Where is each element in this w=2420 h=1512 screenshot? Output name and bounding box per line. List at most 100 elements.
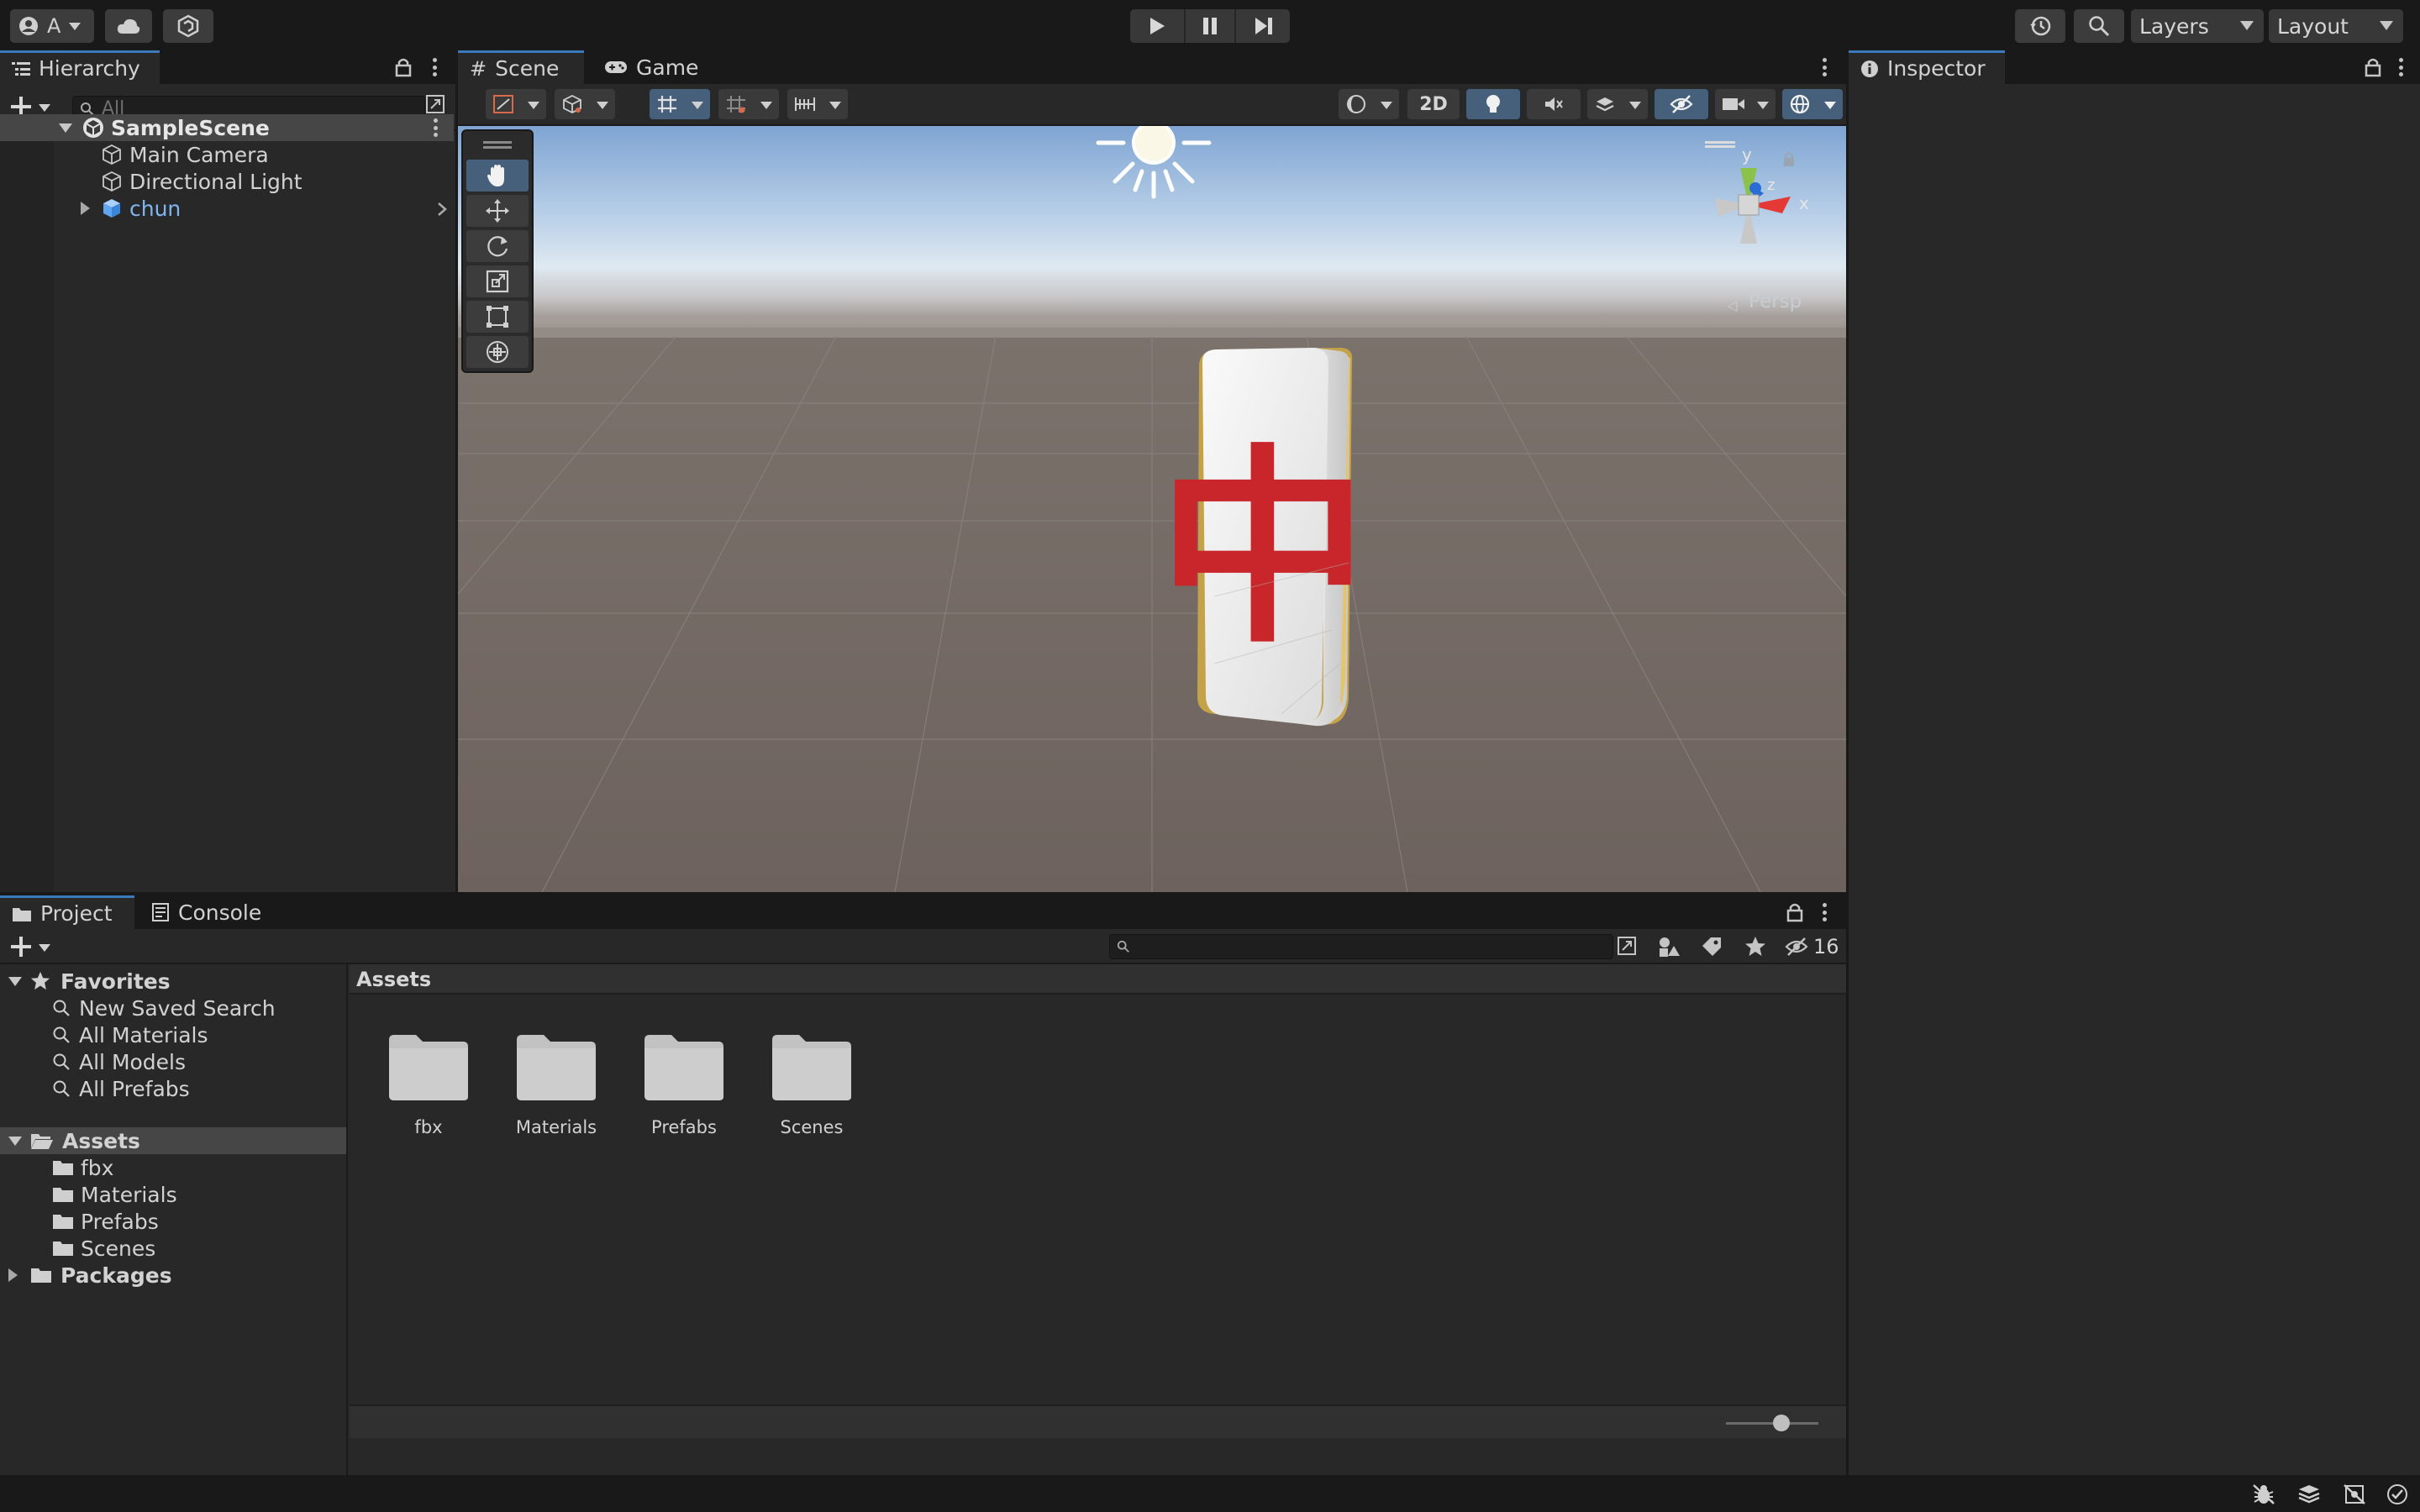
orientation-gizmo[interactable]: y z x Persp ◁ [1673,129,1841,323]
lighting-toggle[interactable] [1466,89,1520,119]
grid-folder-scenes[interactable]: Scenes [753,1033,871,1137]
transform-tool-button[interactable] [466,336,529,368]
layout-dropdown[interactable]: Layout [2269,9,2403,43]
bug-icon[interactable] [2252,1483,2275,1505]
tab-scene[interactable]: # Scene [458,50,584,84]
drag-handle[interactable] [483,141,512,144]
lock-icon[interactable] [2365,57,2381,77]
chevron-down-icon[interactable] [39,104,50,112]
chevron-right-icon[interactable] [81,202,90,215]
chevron-down-icon[interactable] [8,1136,22,1146]
increment-snap-icon [725,94,747,114]
grid-folder-fbx[interactable]: fbx [370,1033,487,1137]
ruler-dropdown[interactable] [787,89,848,119]
undo-history-button[interactable] [2015,9,2065,43]
tab-inspector[interactable]: Inspector [1849,50,2005,84]
assets-root-row[interactable]: Assets [0,1127,346,1154]
chevron-right-icon[interactable] [437,202,447,217]
zoom-slider-thumb[interactable] [1773,1415,1790,1431]
search-by-type-icon[interactable] [1657,936,1681,958]
hierarchy-item-directional-light[interactable]: Directional Light [0,168,454,195]
chevron-down-icon[interactable] [8,976,22,986]
step-button[interactable] [1237,9,1290,43]
chevron-down-icon[interactable] [39,944,50,952]
star-icon[interactable] [1744,936,1766,958]
packages-root-row[interactable]: Packages [0,1262,346,1289]
plus-icon[interactable] [10,936,32,958]
pause-button[interactable] [1184,9,1236,43]
favorites-header[interactable]: Favorites [0,968,346,995]
search-icon [52,999,71,1017]
search-button[interactable] [2074,9,2124,43]
account-dropdown[interactable]: A [10,9,94,43]
grid-snap-toggle[interactable] [650,89,710,119]
project-search-input[interactable] [1109,934,1613,959]
scene-visibility-toggle[interactable] [1655,89,1708,119]
collab-button[interactable] [163,9,213,43]
tree-folder-scenes[interactable]: Scenes [52,1235,155,1262]
move-tool-button[interactable] [466,195,529,227]
tree-folder-fbx[interactable]: fbx [52,1154,113,1181]
play-button[interactable] [1130,9,1183,43]
tab-game[interactable]: Game [592,50,710,84]
layers-dropdown[interactable]: Layers [2131,9,2264,43]
gizmos-dropdown[interactable] [1782,89,1843,119]
draw-mode-dropdown[interactable] [486,89,546,119]
hierarchy-item-chun[interactable]: chun [0,195,454,222]
inspector-menu-button[interactable] [2398,58,2403,76]
folder-icon [30,1267,52,1284]
rotate-tool-button[interactable] [466,230,529,262]
increment-snap-toggle[interactable] [718,89,779,119]
hidden-packages-toggle[interactable]: 16 [1785,932,1844,961]
hand-tool-button[interactable] [466,160,529,192]
favorite-all-prefabs[interactable]: All Prefabs [52,1075,190,1102]
camera-dropdown[interactable] [1715,89,1776,119]
tab-project[interactable]: Project [0,895,134,929]
shading-mode-dropdown[interactable] [1339,89,1399,119]
favorite-all-models[interactable]: All Models [52,1048,186,1075]
gameobject-icon [101,144,123,165]
tab-console[interactable]: Console [139,895,266,929]
grid-folder-prefabs[interactable]: Prefabs [625,1033,743,1137]
tab-hierarchy[interactable]: Hierarchy [0,50,160,84]
breadcrumb-assets[interactable]: Assets [356,968,431,991]
star-icon [30,971,50,991]
pivot-dropdown[interactable] [555,89,615,119]
effects-dropdown[interactable] [1587,89,1648,119]
audio-toggle[interactable] [1527,89,1581,119]
chevron-right-icon[interactable] [8,1268,18,1282]
scene-viewport[interactable]: 中 y z x Persp ◁ [458,126,1846,892]
hierarchy-scene-row[interactable]: SampleScene [0,114,454,141]
favorite-all-materials[interactable]: All Materials [52,1021,208,1048]
account-icon [18,16,39,36]
lock-icon[interactable] [1786,902,1803,922]
cloud-button[interactable] [105,9,152,43]
grid-folder-materials[interactable]: Materials [497,1033,615,1137]
lightbulb-icon [1483,93,1503,115]
scene-menu-button[interactable] [1822,58,1827,76]
folder-icon [52,1213,74,1230]
scene-menu-button[interactable] [433,118,438,137]
scale-tool-button[interactable] [466,265,529,297]
favorites-label: Favorites [60,969,171,994]
folder-icon [12,906,32,922]
toggle-2d-button[interactable]: 2D [1407,89,1460,119]
project-menu-button[interactable] [1822,903,1827,921]
persp-label[interactable]: Persp [1749,291,1802,312]
zoom-slider-track[interactable] [1726,1422,1818,1425]
check-icon[interactable] [2386,1483,2408,1505]
hierarchy-menu-button[interactable] [432,58,437,76]
scene-view-toolbar: 2D [458,84,1846,126]
search-popout-icon[interactable] [1617,936,1637,956]
hierarchy-item-main-camera[interactable]: Main Camera [0,141,454,168]
search-popout-icon[interactable] [425,94,445,114]
layers-stack-icon[interactable] [2297,1483,2321,1505]
tree-folder-prefabs[interactable]: Prefabs [52,1208,159,1235]
lock-icon[interactable] [395,57,412,77]
chevron-down-icon[interactable] [59,123,72,133]
tag-icon[interactable] [1701,936,1723,958]
network-icon[interactable] [2343,1483,2366,1505]
rect-tool-button[interactable] [466,301,529,333]
favorite-new-saved-search[interactable]: New Saved Search [52,995,276,1021]
tree-folder-materials[interactable]: Materials [52,1181,177,1208]
